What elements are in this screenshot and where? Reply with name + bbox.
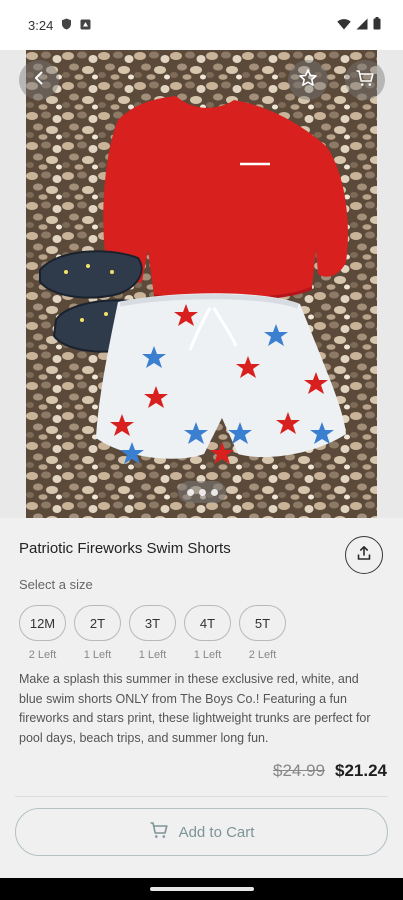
size-option: 5T 2 Left: [239, 605, 286, 661]
product-description: Make a splash this summer in these exclu…: [19, 672, 371, 745]
add-to-cart-button[interactable]: Add to Cart: [15, 808, 388, 856]
home-indicator[interactable]: [149, 887, 254, 891]
status-bar: 3:24: [0, 0, 403, 50]
size-stock: 1 Left: [83, 649, 112, 661]
battery-icon: [373, 17, 381, 33]
size-option-button[interactable]: 4T: [184, 605, 231, 641]
size-option-button[interactable]: 5T: [239, 605, 286, 641]
pagination-dot: [210, 488, 218, 496]
size-section-label: Select a size: [19, 577, 93, 592]
pagination-dot: [186, 488, 194, 496]
share-button[interactable]: [345, 536, 383, 574]
add-to-cart-label: Add to Cart: [178, 823, 255, 841]
price-row: $24.99 $21.24: [273, 761, 387, 781]
cart-icon: [149, 820, 169, 844]
product-photo: [26, 50, 377, 518]
shield-icon: [61, 18, 72, 33]
star-icon: [298, 68, 318, 93]
original-price: $24.99: [273, 761, 325, 780]
product-details: Patriotic Fireworks Swim Shorts Select a…: [0, 518, 403, 878]
sale-price: $21.24: [335, 761, 387, 780]
back-button[interactable]: [19, 60, 59, 100]
product-gallery[interactable]: [0, 50, 403, 518]
size-stock: 2 Left: [28, 649, 57, 661]
size-option: 12M 2 Left: [19, 605, 66, 661]
share-icon: [356, 545, 372, 566]
size-option: 3T 1 Left: [129, 605, 176, 661]
cart-icon: [355, 68, 375, 93]
size-selector: 12M 2 Left 2T 1 Left 3T 1 Left 4T 1 Left…: [19, 605, 286, 661]
back-arrow-icon: [31, 70, 47, 91]
favorite-button[interactable]: [288, 60, 328, 100]
wifi-icon: [337, 18, 351, 33]
product-title: Patriotic Fireworks Swim Shorts: [19, 540, 231, 557]
size-option-button[interactable]: 2T: [74, 605, 121, 641]
system-navigation-bar: [0, 878, 403, 900]
size-option-button[interactable]: 3T: [129, 605, 176, 641]
pagination-dot: [198, 488, 206, 496]
divider: [15, 796, 388, 797]
cart-button[interactable]: [345, 60, 385, 100]
size-stock: 1 Left: [193, 649, 222, 661]
status-time: 3:24: [28, 17, 54, 33]
size-stock: 2 Left: [248, 649, 277, 661]
size-option-button[interactable]: 12M: [19, 605, 66, 641]
gallery-pagination[interactable]: [178, 481, 226, 503]
notification-icon: [80, 18, 91, 33]
size-stock: 1 Left: [138, 649, 167, 661]
size-option: 4T 1 Left: [184, 605, 231, 661]
size-option: 2T 1 Left: [74, 605, 121, 661]
signal-icon: [356, 18, 368, 33]
